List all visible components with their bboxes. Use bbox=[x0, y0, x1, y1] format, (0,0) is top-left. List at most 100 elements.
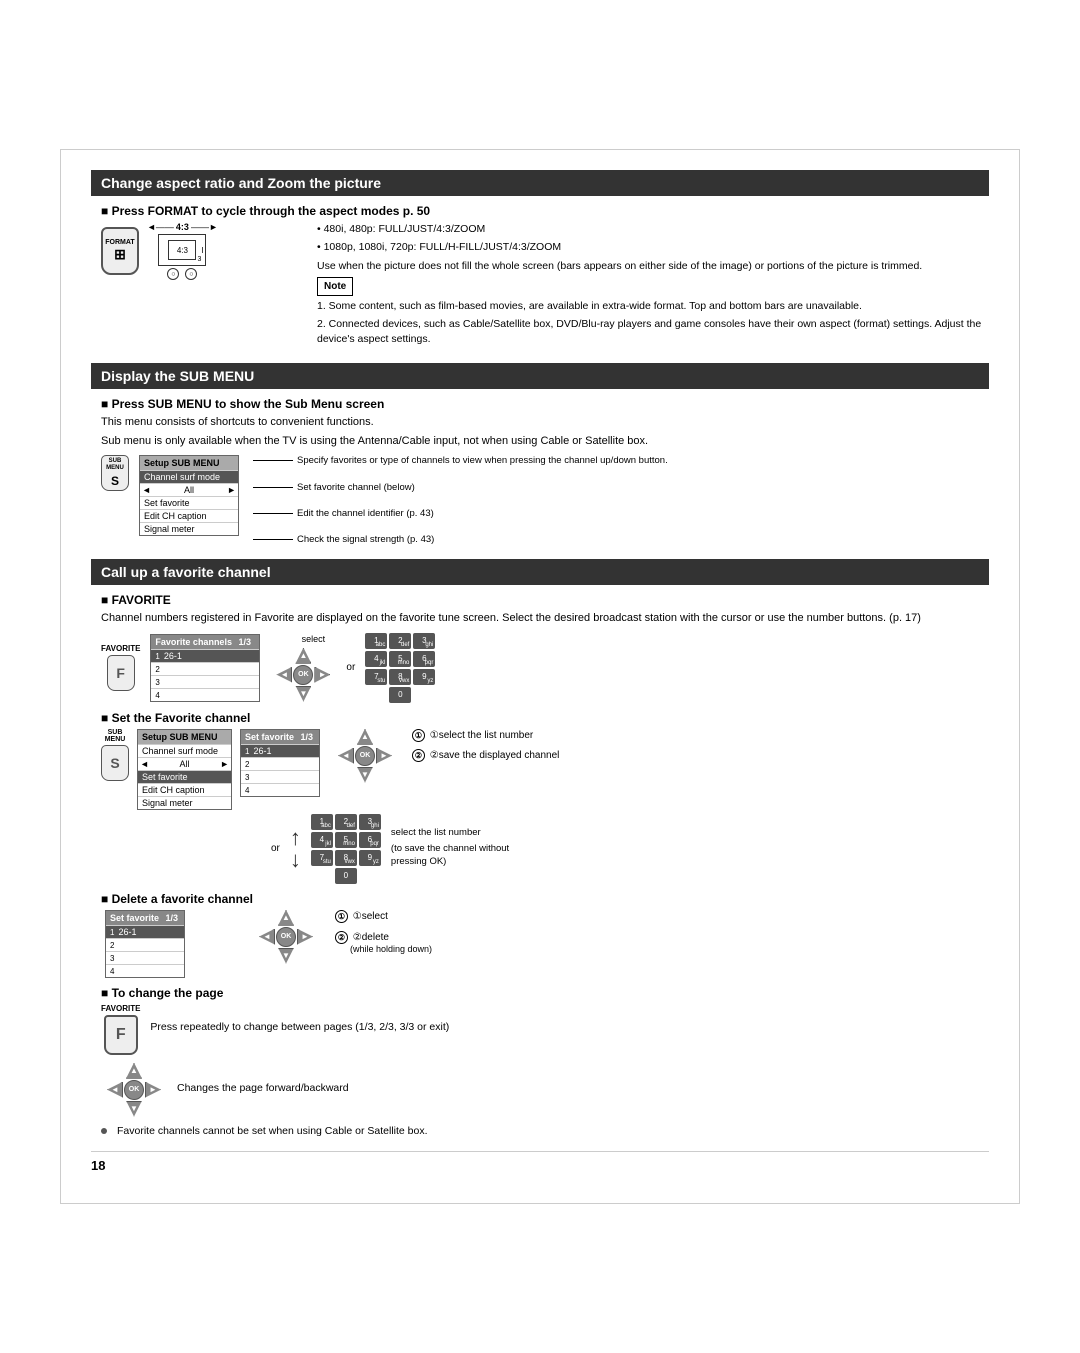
num-5[interactable]: 5mno bbox=[389, 651, 411, 667]
set-fav-remote: S bbox=[101, 745, 129, 781]
num-7[interactable]: 7stu bbox=[365, 669, 387, 685]
del-fav-dpad-up[interactable]: ▲ bbox=[278, 910, 294, 926]
del-step1: ① ①select bbox=[335, 910, 432, 923]
footer-note: Favorite channels cannot be set when usi… bbox=[117, 1125, 428, 1137]
section-aspect-ratio: Change aspect ratio and Zoom the picture… bbox=[91, 170, 989, 349]
set-fav-title: ■ Set the Favorite channel bbox=[101, 711, 989, 725]
num-3[interactable]: 3ghi bbox=[413, 633, 435, 649]
menu-item-set-fav: Set favorite bbox=[140, 496, 238, 509]
set-fav-dpad[interactable]: ▲ ▼ ◄ ► OK bbox=[338, 729, 392, 783]
num2-2[interactable]: 2def bbox=[335, 814, 357, 830]
bullet-dot bbox=[101, 1128, 107, 1134]
num2-9[interactable]: 9yz bbox=[359, 850, 381, 866]
del-fav-dpad-ok[interactable]: OK bbox=[276, 927, 296, 947]
format-4-label: 4:3 bbox=[176, 222, 189, 232]
change-page-dpad-down[interactable]: ▼ bbox=[126, 1101, 142, 1117]
change-page-desc2: Changes the page forward/backward bbox=[177, 1081, 349, 1096]
del-fav-item-1: 126-1 bbox=[106, 925, 184, 938]
dpad-right[interactable]: ► bbox=[314, 667, 330, 683]
num-label2: select the list number (to save the chan… bbox=[391, 826, 521, 872]
set-fav-or-row: or ↑ ↓ 1abc 2def 3ghi 4jk bbox=[271, 814, 989, 884]
num-4[interactable]: 4jkl bbox=[365, 651, 387, 667]
or2-label: or bbox=[271, 843, 280, 854]
del-fav-dpad-down[interactable]: ▼ bbox=[278, 948, 294, 964]
set-fav-dpad-right[interactable]: ► bbox=[376, 748, 392, 764]
num2-8[interactable]: 8vwx bbox=[335, 850, 357, 866]
dpad-down[interactable]: ▼ bbox=[295, 686, 311, 702]
up-down-arrows: ↑ ↓ bbox=[290, 827, 301, 871]
del-fav-dpad[interactable]: ▲ ▼ ◄ ► OK bbox=[259, 910, 313, 964]
note2: 2. Connected devices, such as Cable/Sate… bbox=[317, 317, 989, 346]
num-8[interactable]: 8vwx bbox=[389, 669, 411, 685]
set-fav-dpad-down[interactable]: ▼ bbox=[357, 767, 373, 783]
del-fav-dpad-left[interactable]: ◄ bbox=[259, 929, 275, 945]
screen-diagram: 4:3 I 3 bbox=[158, 234, 206, 266]
section2-header: Display the SUB MENU bbox=[91, 363, 989, 389]
dpad-up[interactable]: ▲ bbox=[295, 648, 311, 664]
change-page-dpad[interactable]: ▲ ▼ ◄ ► OK bbox=[107, 1063, 161, 1117]
format-area: FORMAT ⊞ ◄—— 4:3 ——► 4:3 bbox=[101, 222, 989, 349]
menu-item-channel-surf: Channel surf mode bbox=[140, 470, 238, 483]
num-0[interactable]: 0 bbox=[389, 687, 411, 703]
dpad-left[interactable]: ◄ bbox=[276, 667, 292, 683]
ann2: Set favorite channel (below) bbox=[297, 482, 415, 493]
num2-0[interactable]: 0 bbox=[335, 868, 357, 884]
change-page-dpad-left[interactable]: ◄ bbox=[107, 1082, 123, 1098]
num2-1[interactable]: 1abc bbox=[311, 814, 333, 830]
menu-box-header: Setup SUB MENU bbox=[140, 456, 238, 470]
del-fav-area: Set favorite 1/3 126-1 2 3 4 ▲ bbox=[101, 910, 989, 978]
change-page-dpad-ok[interactable]: OK bbox=[124, 1080, 144, 1100]
section1-header: Change aspect ratio and Zoom the picture bbox=[91, 170, 989, 196]
set-fav-dpad-left[interactable]: ◄ bbox=[338, 748, 354, 764]
page-number: 18 bbox=[91, 1158, 105, 1173]
set-fav-menu-signal: Signal meter bbox=[138, 796, 231, 809]
set-fav-dpad-ok[interactable]: OK bbox=[355, 746, 375, 766]
num-9[interactable]: 9yz bbox=[413, 669, 435, 685]
num2-5[interactable]: 5mno bbox=[335, 832, 357, 848]
dpad-ok[interactable]: OK bbox=[293, 665, 313, 685]
num2-6[interactable]: 6pqr bbox=[359, 832, 381, 848]
bottom-bar: 18 bbox=[91, 1151, 989, 1173]
favorite-diagram-area: FAVORITE F Favorite channels 1/3 126-1 bbox=[101, 633, 989, 703]
num2-3[interactable]: 3ghi bbox=[359, 814, 381, 830]
set-fav-menu-all: ◄All► bbox=[138, 757, 231, 770]
set-fav-item-3: 3 bbox=[241, 770, 319, 783]
change-page-desc: Press repeatedly to change between pages… bbox=[150, 1020, 449, 1035]
change-page-dpad-right[interactable]: ► bbox=[145, 1082, 161, 1098]
note1: 1. Some content, such as film-based movi… bbox=[317, 299, 989, 314]
num-6[interactable]: 6pqr bbox=[413, 651, 435, 667]
set-fav-box-header: Set favorite 1/3 bbox=[241, 730, 319, 744]
set-fav-menu-header: Setup SUB MENU bbox=[138, 730, 231, 744]
set-fav-dpad-up[interactable]: ▲ bbox=[357, 729, 373, 745]
num-2[interactable]: 2def bbox=[389, 633, 411, 649]
set-fav-area: SUBMENU S Setup SUB MENU Channel surf mo… bbox=[101, 729, 989, 810]
submenu-remote: SUBMENU S bbox=[101, 455, 129, 491]
set-fav-box: Set favorite 1/3 126-1 2 3 4 bbox=[240, 729, 320, 797]
del-fav-dpad-right[interactable]: ► bbox=[297, 929, 313, 945]
del-fav-item-3: 3 bbox=[106, 951, 184, 964]
change-page-remote: F bbox=[104, 1015, 138, 1055]
desc1: This menu consists of shortcuts to conve… bbox=[101, 415, 989, 430]
dpad-select[interactable]: ▲ ▼ ◄ ► OK bbox=[276, 648, 330, 702]
numpad-row2: 1abc 2def 3ghi 4jkl 5mno 6pqr 7stu 8vwx bbox=[311, 814, 381, 884]
num-1[interactable]: 1abc bbox=[365, 633, 387, 649]
fav-channels-box: Favorite channels 1/3 126-1 2 3 4 bbox=[150, 634, 260, 702]
del-fav-box: Set favorite 1/3 126-1 2 3 4 bbox=[105, 910, 185, 978]
desc2: Sub menu is only available when the TV i… bbox=[101, 434, 989, 449]
set-fav-menu-box: Setup SUB MENU Channel surf mode ◄All► S… bbox=[137, 729, 232, 810]
num2-7[interactable]: 7stu bbox=[311, 850, 333, 866]
num2-4[interactable]: 4jkl bbox=[311, 832, 333, 848]
menu-item-all: ◄ All ► bbox=[140, 483, 238, 496]
del-fav-item-2: 2 bbox=[106, 938, 184, 951]
change-page-row2: ▲ ▼ ◄ ► OK Changes the page forward/back… bbox=[101, 1063, 989, 1117]
change-page-row1: FAVORITE F Press repeatedly to change be… bbox=[101, 1004, 989, 1055]
menu-item-signal: Signal meter bbox=[140, 522, 238, 535]
del-fav-item-4: 4 bbox=[106, 964, 184, 977]
footer-note-row: Favorite channels cannot be set when usi… bbox=[101, 1125, 989, 1137]
change-page-dpad-up[interactable]: ▲ bbox=[126, 1063, 142, 1079]
section-favorite: Call up a favorite channel ■ FAVORITE Ch… bbox=[91, 559, 989, 1136]
menu-item-edit-ch: Edit CH caption bbox=[140, 509, 238, 522]
fav-item-1: 126-1 bbox=[151, 649, 259, 662]
format-text-col: • 480i, 480p: FULL/JUST/4:3/ZOOM • 1080p… bbox=[317, 222, 989, 349]
set-fav-step2: ② ②save the displayed channel bbox=[412, 749, 559, 763]
